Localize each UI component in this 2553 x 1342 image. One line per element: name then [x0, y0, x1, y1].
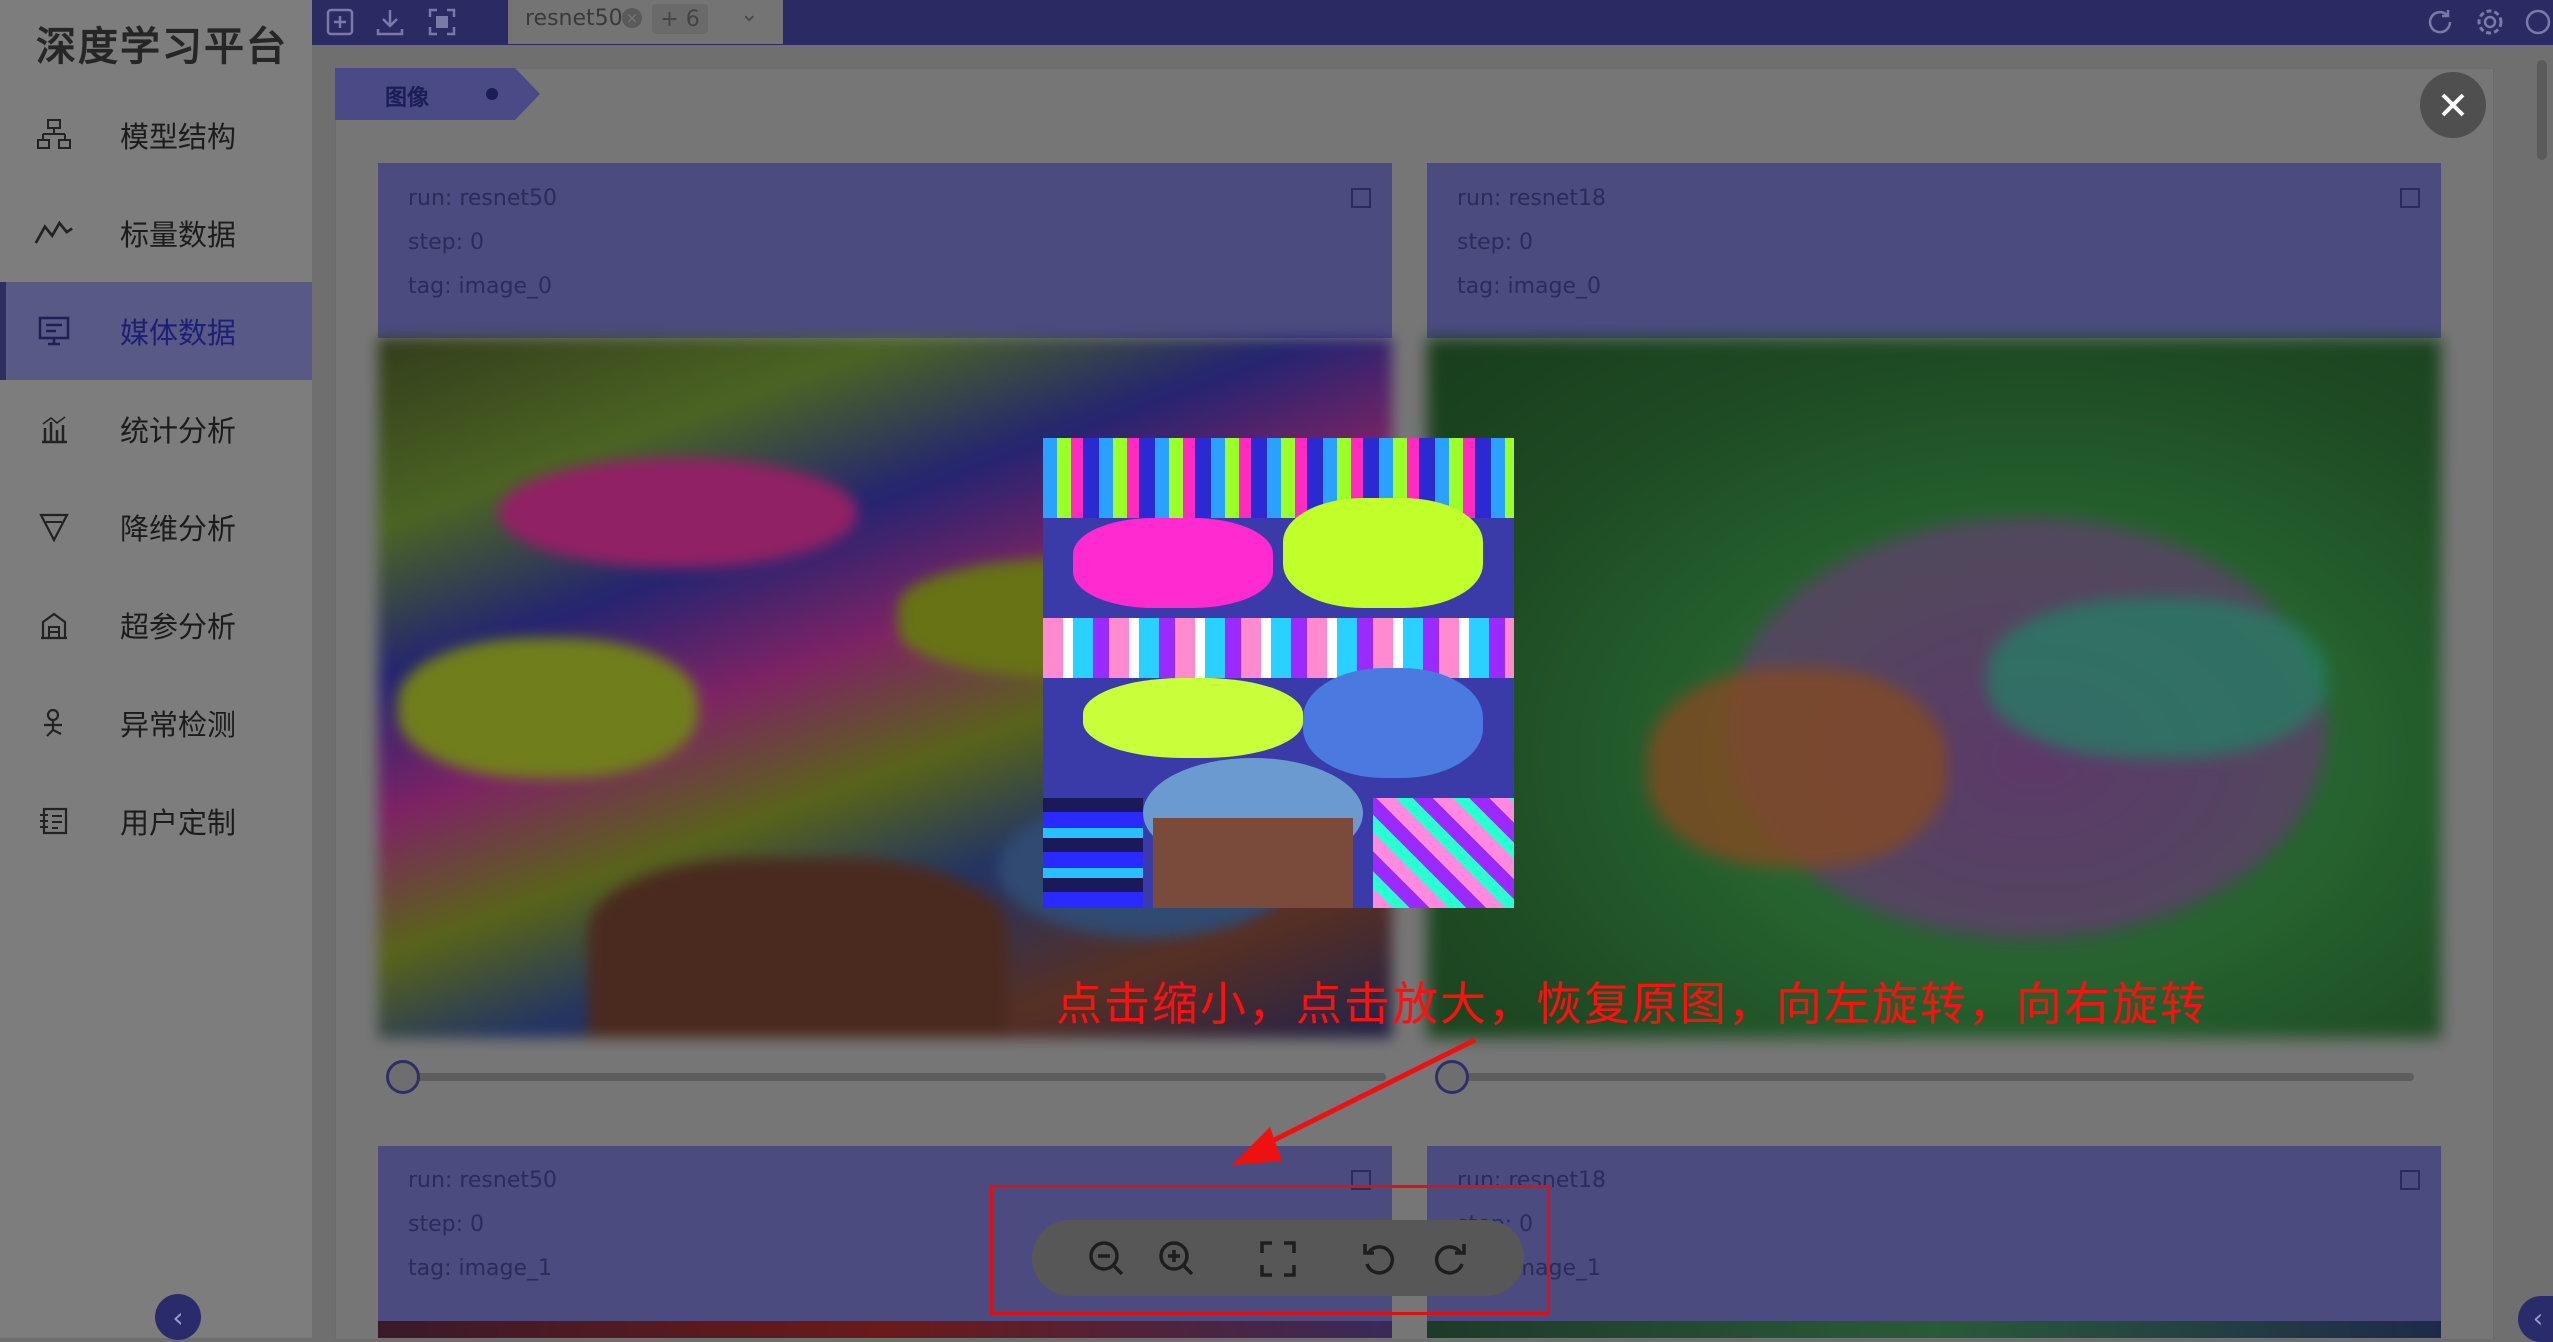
sidebar-item-hyperparams[interactable]: 超参分析 — [0, 576, 312, 674]
sidebar-item-model-structure[interactable]: 模型结构 — [0, 86, 312, 184]
collapse-sidebar-button[interactable]: ‹ — [155, 1294, 201, 1340]
sidebar-item-scalar-data[interactable]: 标量数据 — [0, 184, 312, 282]
step-slider-track[interactable] — [1450, 1073, 2414, 1081]
sidebar-item-label: 标量数据 — [120, 218, 237, 252]
card-run: run: resnet50 — [408, 1168, 557, 1193]
image-thumbnail[interactable] — [378, 1321, 1392, 1338]
image-section-label: 图像 — [385, 86, 430, 111]
person-pin-icon — [34, 703, 74, 743]
funnel-icon — [34, 507, 74, 547]
collapse-right-button[interactable]: ‹ — [2518, 1296, 2553, 1342]
building-icon — [34, 605, 74, 645]
monitor-icon — [34, 311, 74, 351]
sidebar-item-label: 降维分析 — [120, 512, 237, 546]
language-icon[interactable] — [2520, 4, 2553, 40]
bar-chart-icon — [34, 409, 74, 449]
close-viewer-button[interactable] — [2420, 72, 2486, 138]
image-thumbnail[interactable] — [1427, 338, 2441, 1038]
card-step: step: 0 — [408, 230, 484, 255]
sidebar-item-label: 异常检测 — [120, 708, 237, 742]
sidebar-item-label: 用户定制 — [120, 806, 237, 840]
card-checkbox[interactable] — [1351, 188, 1371, 208]
annotation-text: 点击缩小，点击放大，恢复原图，向左旋转，向右旋转 — [1056, 977, 2208, 1031]
card-run: run: resnet18 — [1457, 186, 1606, 211]
sidebar-item-label: 模型结构 — [120, 120, 237, 154]
run-tab-label: resnet50 — [525, 6, 623, 31]
image-thumbnail[interactable] — [1427, 1321, 2441, 1338]
import-icon[interactable] — [322, 4, 358, 40]
card-step: step: 0 — [1457, 230, 1533, 255]
scrollbar[interactable] — [2537, 60, 2547, 160]
fullscreen-icon[interactable] — [424, 4, 460, 40]
sidebar-item-label: 媒体数据 — [120, 316, 237, 350]
close-icon[interactable]: × — [622, 8, 642, 28]
download-icon[interactable] — [372, 4, 408, 40]
refresh-icon[interactable] — [2422, 4, 2458, 40]
sidebar-item-label: 超参分析 — [120, 610, 237, 644]
custom-icon — [34, 801, 74, 841]
sidebar-item-custom[interactable]: 用户定制 — [0, 772, 312, 870]
image-section-tab[interactable] — [335, 68, 540, 120]
card-run: run: resnet50 — [408, 186, 557, 211]
card-tag: tag: image_0 — [1457, 274, 1601, 299]
sidebar-item-dimensionality[interactable]: 降维分析 — [0, 478, 312, 576]
sidebar-item-media-data[interactable]: 媒体数据 — [0, 282, 312, 380]
close-icon — [2441, 93, 2465, 117]
line-chart-icon — [34, 213, 74, 253]
step-slider-knob[interactable] — [386, 1060, 420, 1094]
preview-image — [1043, 438, 1514, 908]
section-dot — [486, 88, 498, 100]
extra-runs-count[interactable]: + 6 — [652, 4, 708, 34]
card-checkbox[interactable] — [2400, 1170, 2420, 1190]
sidebar-item-statistics[interactable]: 统计分析 — [0, 380, 312, 478]
toolbar-highlight-box — [990, 1185, 1550, 1315]
model-structure-icon — [34, 115, 74, 155]
card-tag: tag: image_1 — [408, 1256, 552, 1281]
annotation-arrow — [1232, 1037, 1477, 1165]
card-tag: tag: image_0 — [408, 274, 552, 299]
settings-icon[interactable] — [2472, 4, 2508, 40]
card-checkbox[interactable] — [2400, 188, 2420, 208]
sidebar-item-anomaly[interactable]: 异常检测 — [0, 674, 312, 772]
card-step: step: 0 — [408, 1212, 484, 1237]
sidebar-item-label: 统计分析 — [120, 414, 237, 448]
chevron-down-icon[interactable]: ⌄ — [740, 2, 758, 27]
app-logo: 深度学习平台 — [36, 24, 288, 70]
